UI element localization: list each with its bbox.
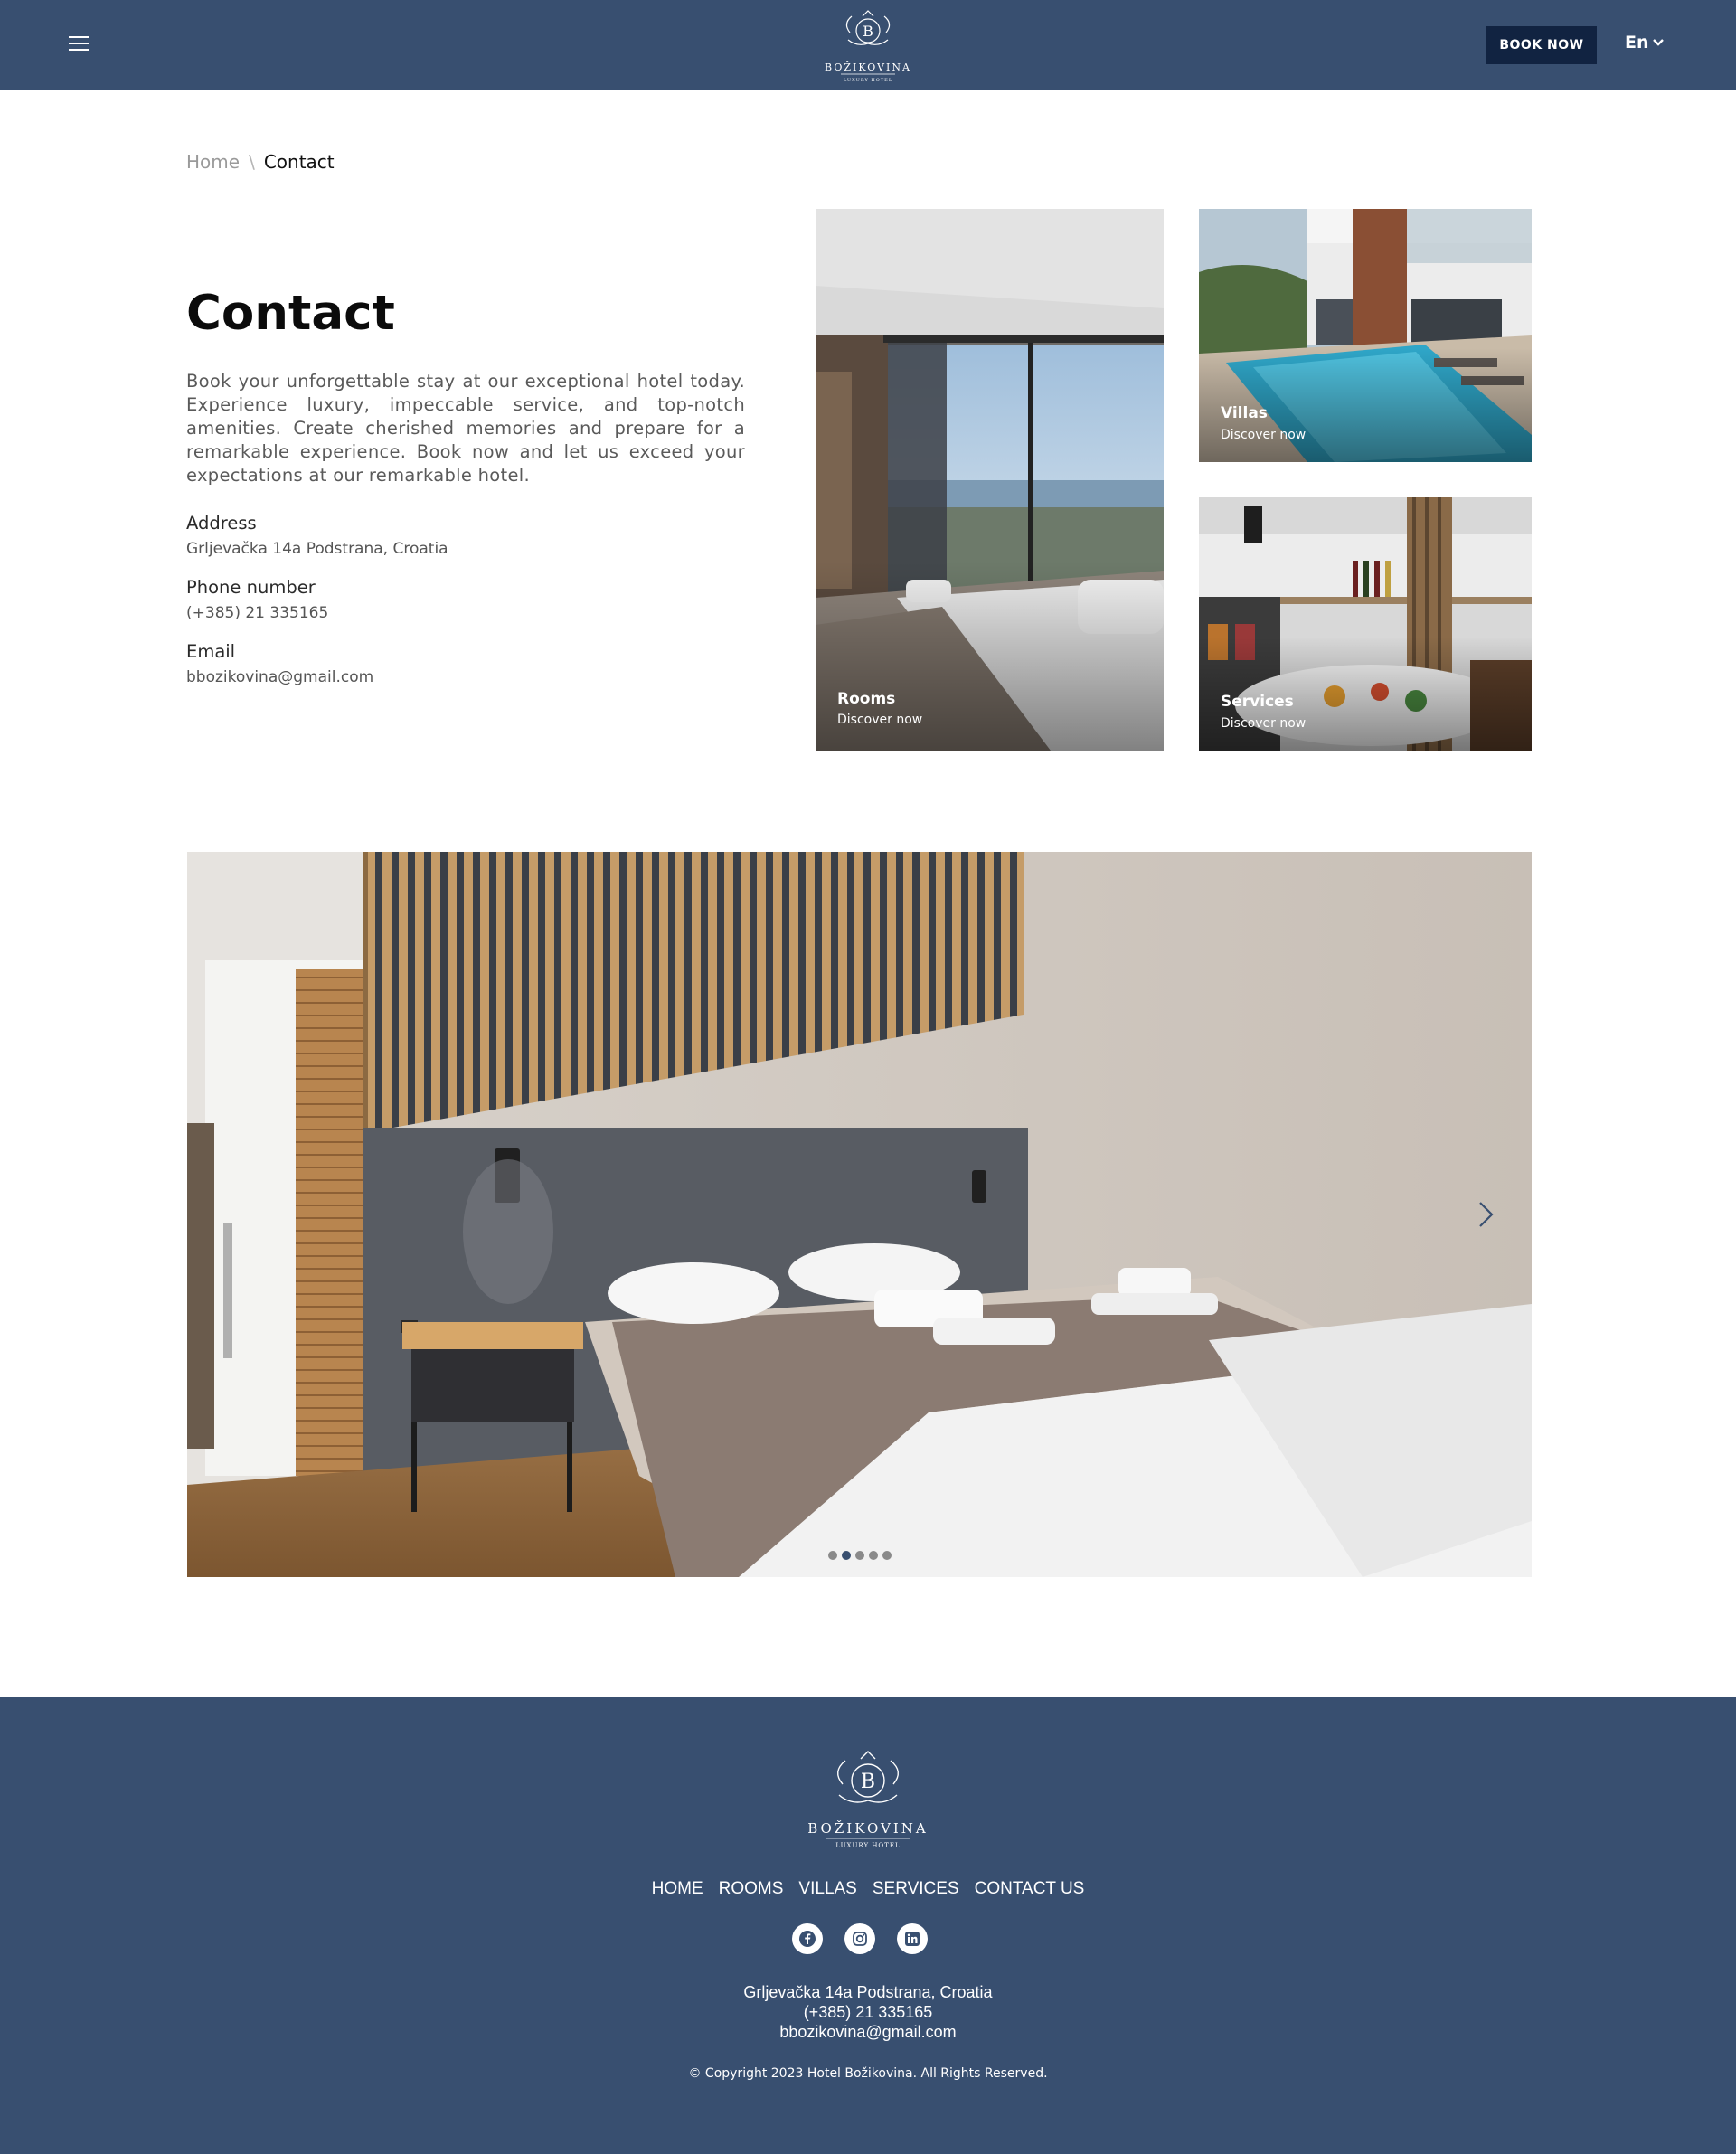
rooms-card-title: Rooms [837, 690, 896, 708]
phone-value[interactable]: (+385) 21 335165 [186, 604, 328, 622]
footer-nav-services[interactable]: SERVICES [873, 1879, 959, 1899]
villas-card-title: Villas [1221, 404, 1268, 422]
breadcrumb-current: Contact [263, 151, 335, 173]
villas-card-link[interactable]: Discover now [1221, 428, 1306, 442]
language-label: En [1625, 33, 1649, 52]
language-selector[interactable]: En [1625, 33, 1664, 52]
brand-tagline: LUXURY HOTEL [844, 78, 892, 83]
phone-label: Phone number [186, 577, 316, 598]
instagram-link[interactable] [844, 1923, 875, 1954]
breadcrumb-home-link[interactable]: Home [186, 151, 240, 173]
address-value: Grljevačka 14a Podstrana, Croatia [186, 540, 448, 558]
rooms-card[interactable]: Rooms Discover now [816, 209, 1164, 751]
chevron-down-icon [1652, 39, 1664, 46]
services-card-title: Services [1221, 693, 1294, 711]
footer-brand-tagline: LUXURY HOTEL [835, 1842, 900, 1849]
instagram-icon [853, 1932, 867, 1946]
slider-dot[interactable] [828, 1551, 837, 1560]
footer-nav: HOME ROOMS VILLAS SERVICES CONTACT US [0, 1879, 1736, 1899]
slider-dot[interactable] [882, 1551, 892, 1560]
contact-intro-text: Book your unforgettable stay at our exce… [186, 371, 745, 486]
brand-logo[interactable]: B BOŽIKOVINA LUXURY HOTEL [821, 5, 915, 85]
email-value[interactable]: bbozikovina@gmail.com [186, 668, 373, 686]
services-card[interactable]: Services Discover now [1199, 497, 1532, 751]
footer-phone[interactable]: (+385) 21 335165 [0, 2003, 1736, 2022]
book-now-button[interactable]: BOOK NOW [1486, 26, 1597, 64]
footer-email[interactable]: bbozikovina@gmail.com [0, 2023, 1736, 2042]
chevron-right-icon[interactable] [1477, 1200, 1495, 1229]
svg-text:B: B [863, 23, 873, 40]
footer-brand-name: BOŽIKOVINA [807, 1820, 929, 1837]
footer-nav-villas[interactable]: VILLAS [798, 1879, 856, 1899]
linkedin-icon [905, 1932, 920, 1946]
brand-name: BOŽIKOVINA [825, 61, 911, 73]
facebook-link[interactable] [792, 1923, 823, 1954]
services-image [1199, 497, 1532, 751]
menu-icon[interactable] [69, 36, 89, 52]
email-label: Email [186, 641, 236, 662]
page-title: Contact [186, 286, 395, 341]
slider-image [187, 852, 1532, 1577]
villas-image [1199, 209, 1532, 462]
slider-dot-active[interactable] [842, 1551, 851, 1560]
villas-card[interactable]: Villas Discover now [1199, 209, 1532, 462]
copyright-text: © Copyright 2023 Hotel Božikovina. All R… [688, 2066, 1048, 2081]
footer-address: Grljevačka 14a Podstrana, Croatia [743, 1983, 993, 2001]
slider-dot[interactable] [855, 1551, 864, 1560]
rooms-card-link[interactable]: Discover now [837, 713, 922, 727]
breadcrumb: Home \ Contact [186, 151, 335, 173]
site-footer: B BOŽIKOVINA LUXURY HOTEL HOME ROOMS VIL… [0, 1697, 1736, 2154]
svg-text:B: B [861, 1771, 875, 1793]
footer-nav-rooms[interactable]: ROOMS [719, 1879, 784, 1899]
social-links [792, 1923, 928, 1954]
slider-dot[interactable] [869, 1551, 878, 1560]
breadcrumb-separator: \ [249, 151, 255, 173]
image-slider[interactable] [187, 852, 1532, 1577]
site-header: B BOŽIKOVINA LUXURY HOTEL BOOK NOW En [0, 0, 1736, 90]
rooms-image [816, 209, 1164, 751]
services-card-link[interactable]: Discover now [1221, 716, 1306, 731]
facebook-icon [799, 1931, 816, 1947]
footer-nav-home[interactable]: HOME [652, 1879, 703, 1899]
address-label: Address [186, 513, 257, 534]
slider-dots [828, 1551, 892, 1560]
footer-nav-contact[interactable]: CONTACT US [975, 1879, 1085, 1899]
linkedin-link[interactable] [897, 1923, 928, 1954]
footer-brand-logo[interactable]: B BOŽIKOVINA LUXURY HOTEL [803, 1744, 933, 1853]
